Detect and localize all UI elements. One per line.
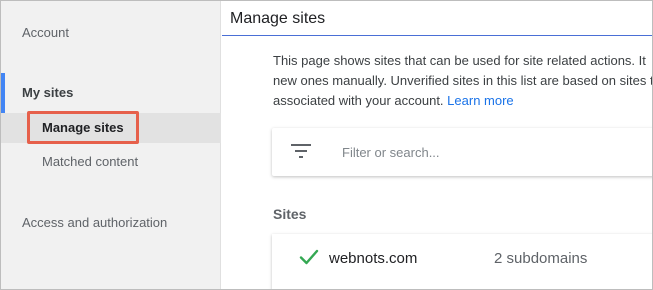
check-icon <box>299 249 319 270</box>
learn-more-link[interactable]: Learn more <box>447 93 513 108</box>
sidebar-item-my-sites[interactable]: My sites <box>1 85 221 100</box>
app-frame: Account My sites Manage sites Matched co… <box>0 0 653 290</box>
page-title: Manage sites <box>230 10 326 27</box>
sites-heading: Sites <box>273 206 307 222</box>
filter-icon[interactable] <box>291 144 311 163</box>
description-line-3: associated with your account. Learn more <box>273 91 652 111</box>
sidebar-item-account[interactable]: Account <box>1 25 221 40</box>
search-input[interactable] <box>342 142 642 162</box>
site-subdomains[interactable]: 2 subdomains <box>494 250 587 267</box>
page-description: This page shows sites that can be used f… <box>273 51 653 111</box>
sidebar-item-matched-content[interactable]: Matched content <box>1 154 221 169</box>
site-name[interactable]: webnots.com <box>329 250 417 267</box>
page-header: Manage sites <box>222 1 652 36</box>
description-line-2: new ones manually. Unverified sites in t… <box>273 73 653 88</box>
site-row[interactable]: webnots.com 2 subdomains <box>272 234 652 289</box>
filter-search-bar <box>272 128 652 176</box>
sidebar-item-access-authorization[interactable]: Access and authorization <box>1 215 221 230</box>
description-line-3-text: associated with your account. <box>273 93 444 108</box>
description-line-1: This page shows sites that can be used f… <box>273 53 646 68</box>
sidebar: Account My sites Manage sites Matched co… <box>1 1 221 289</box>
highlight-box <box>27 111 139 144</box>
